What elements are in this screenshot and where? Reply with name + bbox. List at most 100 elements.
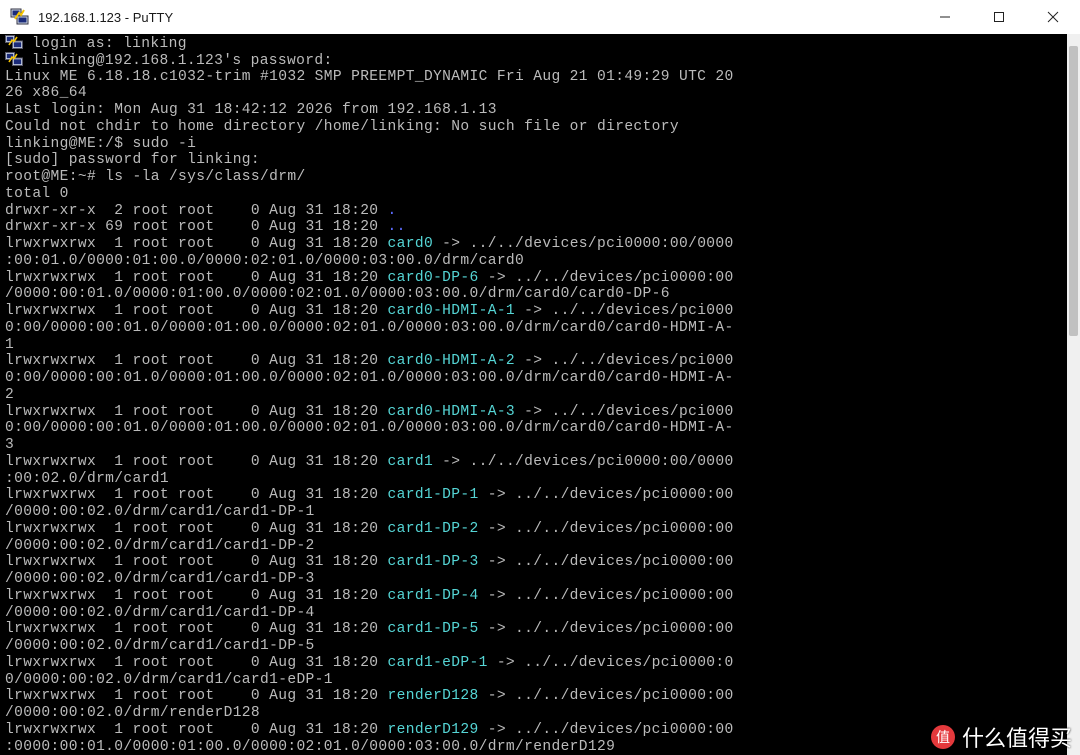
terminal-text: 0:00/0000:00:01.0/0000:01:00.0/0000:02:0… (5, 370, 734, 386)
terminal-text: drwxr-xr-x 69 root root 0 Aug 31 18:20 (5, 219, 388, 236)
terminal-line: lrwxrwxrwx 1 root root 0 Aug 31 18:20 re… (5, 688, 734, 705)
terminal-text: -> ../../devices/pci0000:0 (487, 654, 734, 671)
terminal-line: lrwxrwxrwx 1 root root 0 Aug 31 18:20 ca… (5, 454, 734, 471)
terminal-text: -> ../../devices/pci0000:00 (478, 587, 734, 604)
terminal-line: lrwxrwxrwx 1 root root 0 Aug 31 18:20 ca… (5, 655, 734, 672)
symlink-name: card1-eDP-1 (387, 654, 488, 671)
terminal-text: lrwxrwxrwx 1 root root 0 Aug 31 18:20 (5, 721, 388, 738)
terminal-text: lrwxrwxrwx 1 root root 0 Aug 31 18:20 (5, 654, 388, 671)
symlink-name: card0-HDMI-A-2 (387, 353, 516, 370)
terminal-text: /0000:00:01.0/0000:01:00.0/0000:02:01.0/… (5, 286, 670, 303)
terminal-line: /0000:00:02.0/drm/renderD128 (5, 705, 734, 722)
terminal-line: lrwxrwxrwx 1 root root 0 Aug 31 18:20 ca… (5, 588, 734, 605)
terminal-text: /0000:00:02.0/drm/card1/card1-DP-1 (5, 504, 315, 520)
terminal-line: /0000:00:02.0/drm/card1/card1-DP-3 (5, 571, 734, 588)
terminal-text: :0000:00:01.0/0000:01:00.0/0000:02:01.0/… (5, 738, 616, 755)
terminal-line: Could not chdir to home directory /home/… (5, 119, 734, 136)
terminal-text: /0000:00:02.0/drm/card1/card1-DP-2 (5, 537, 315, 554)
terminal-line: [sudo] password for linking: (5, 152, 734, 169)
terminal-line: 0:00/0000:00:01.0/0000:01:00.0/0000:02:0… (5, 420, 734, 437)
terminal-text: lrwxrwxrwx 1 root root 0 Aug 31 18:20 (5, 453, 388, 470)
terminal-text: linking@192.168.1.123's password: (32, 52, 333, 69)
terminal-line: lrwxrwxrwx 1 root root 0 Aug 31 18:20 ca… (5, 236, 734, 253)
svg-text:值: 值 (936, 730, 950, 746)
scrollbar-thumb[interactable] (1069, 46, 1078, 336)
terminal-line: drwxr-xr-x 2 root root 0 Aug 31 18:20 . (5, 203, 734, 220)
terminal-area[interactable]: login as: linking linking@192.168.1.123's… (0, 34, 1067, 755)
terminal-line: lrwxrwxrwx 1 root root 0 Aug 31 18:20 ca… (5, 404, 734, 421)
terminal-text: -> ../../devices/pci0000:00 (478, 688, 734, 705)
terminal-text: drwxr-xr-x 2 root root 0 Aug 31 18:20 (5, 202, 388, 219)
terminal-text: -> ../../devices/pci0000:00 (478, 554, 734, 571)
zhide-logo-icon: 值 (930, 725, 955, 749)
maximize-button[interactable] (972, 0, 1026, 34)
maximize-icon (994, 12, 1004, 22)
terminal-line: 0/0000:00:02.0/drm/card1/card1-eDP-1 (5, 672, 734, 689)
terminal-line: lrwxrwxrwx 1 root root 0 Aug 31 18:20 ca… (5, 303, 734, 320)
symlink-name: card0-DP-6 (387, 269, 479, 286)
window-title: 192.168.1.123 - PuTTY (38, 9, 174, 25)
close-button[interactable] (1026, 0, 1080, 34)
terminal-text: Linux ME 6.18.18.c1032-trim #1032 SMP PR… (5, 68, 734, 85)
terminal-text: 0/0000:00:02.0/drm/card1/card1-eDP-1 (5, 671, 333, 688)
terminal-text: 3 (5, 437, 15, 453)
close-icon (1047, 11, 1059, 23)
terminal-text: 2 (5, 386, 15, 403)
terminal-text: Last login: Mon Aug 31 18:42:12 2026 fro… (5, 102, 497, 118)
terminal-line: Last login: Mon Aug 31 18:42:12 2026 fro… (5, 102, 734, 119)
symlink-name: renderD129 (387, 721, 479, 738)
terminal-line: 0:00/0000:00:01.0/0000:01:00.0/0000:02:0… (5, 370, 734, 387)
terminal-line: drwxr-xr-x 69 root root 0 Aug 31 18:20 .… (5, 219, 734, 236)
symlink-name: card0 (387, 236, 434, 252)
terminal-line: :0000:00:01.0/0000:01:00.0/0000:02:01.0/… (5, 739, 734, 755)
symlink-name: card1-DP-1 (387, 487, 479, 504)
putty-window: 192.168.1.123 - PuTTY login as: linking l… (0, 0, 1080, 755)
terminal-line: /0000:00:01.0/0000:01:00.0/0000:02:01.0/… (5, 286, 734, 303)
terminal-line: :00:01.0/0000:01:00.0/0000:02:01.0/0000:… (5, 253, 734, 270)
putty-key-icon (5, 51, 23, 66)
terminal-line: login as: linking (5, 35, 734, 52)
terminal-text: 26 x86_64 (5, 85, 87, 102)
symlink-name: card0-HDMI-A-3 (387, 403, 516, 420)
minimize-icon (940, 16, 950, 18)
symlink-name: card1-DP-5 (387, 621, 479, 638)
terminal-text: [sudo] password for linking: (5, 152, 261, 169)
terminal-text: lrwxrwxrwx 1 root root 0 Aug 31 18:20 (5, 520, 388, 537)
minimize-button[interactable] (918, 0, 972, 34)
terminal-text: lrwxrwxrwx 1 root root 0 Aug 31 18:20 (5, 487, 388, 504)
terminal-text: -> ../../devices/pci0000:00 (478, 721, 734, 738)
terminal-text: total 0 (5, 185, 69, 202)
terminal-text: root@ME:~# ls -la /sys/class/drm/ (5, 169, 306, 185)
terminal-text: -> ../../devices/pci0000:00 (478, 487, 734, 504)
putty-key-icon (5, 35, 23, 49)
terminal-text: 1 (5, 336, 15, 353)
terminal-text: lrwxrwxrwx 1 root root 0 Aug 31 18:20 (5, 688, 388, 705)
terminal-text: lrwxrwxrwx 1 root root 0 Aug 31 18:20 (5, 621, 388, 638)
terminal-line: lrwxrwxrwx 1 root root 0 Aug 31 18:20 ca… (5, 554, 734, 571)
terminal-text: -> ../../devices/pci000 (515, 303, 734, 319)
terminal-text: :00:02.0/drm/card1 (5, 470, 169, 487)
terminal-text: lrwxrwxrwx 1 root root 0 Aug 31 18:20 (5, 269, 388, 286)
terminal-text: 0:00/0000:00:01.0/0000:01:00.0/0000:02:0… (5, 319, 734, 336)
terminal-text: -> ../../devices/pci0000:00/0000 (433, 236, 734, 252)
terminal-text: -> ../../devices/pci0000:00 (478, 520, 734, 537)
symlink-name: card1-DP-2 (387, 520, 479, 537)
terminal-line: 1 (5, 337, 734, 354)
terminal-text: lrwxrwxrwx 1 root root 0 Aug 31 18:20 (5, 587, 388, 604)
terminal-line: linking@ME:/$ sudo -i (5, 136, 734, 153)
vertical-scrollbar[interactable] (1067, 34, 1080, 755)
terminal-text: /0000:00:02.0/drm/renderD128 (5, 705, 261, 721)
title-bar[interactable]: 192.168.1.123 - PuTTY (0, 0, 1080, 35)
terminal-line: lrwxrwxrwx 1 root root 0 Aug 31 18:20 re… (5, 722, 734, 739)
putty-icon[interactable] (10, 7, 30, 27)
terminal-text: /0000:00:02.0/drm/card1/card1-DP-3 (5, 571, 315, 587)
terminal-text: -> ../../devices/pci0000:00 (478, 269, 734, 286)
terminal-text: lrwxrwxrwx 1 root root 0 Aug 31 18:20 (5, 236, 388, 252)
terminal-line: root@ME:~# ls -la /sys/class/drm/ (5, 169, 734, 186)
terminal-text: -> ../../devices/pci0000:00 (478, 621, 734, 638)
window-controls (918, 0, 1080, 34)
watermark: 值 什么值得买 (930, 721, 1072, 753)
terminal-text: lrwxrwxrwx 1 root root 0 Aug 31 18:20 (5, 554, 388, 571)
terminal-line: total 0 (5, 186, 734, 203)
directory-name: . (387, 202, 397, 219)
